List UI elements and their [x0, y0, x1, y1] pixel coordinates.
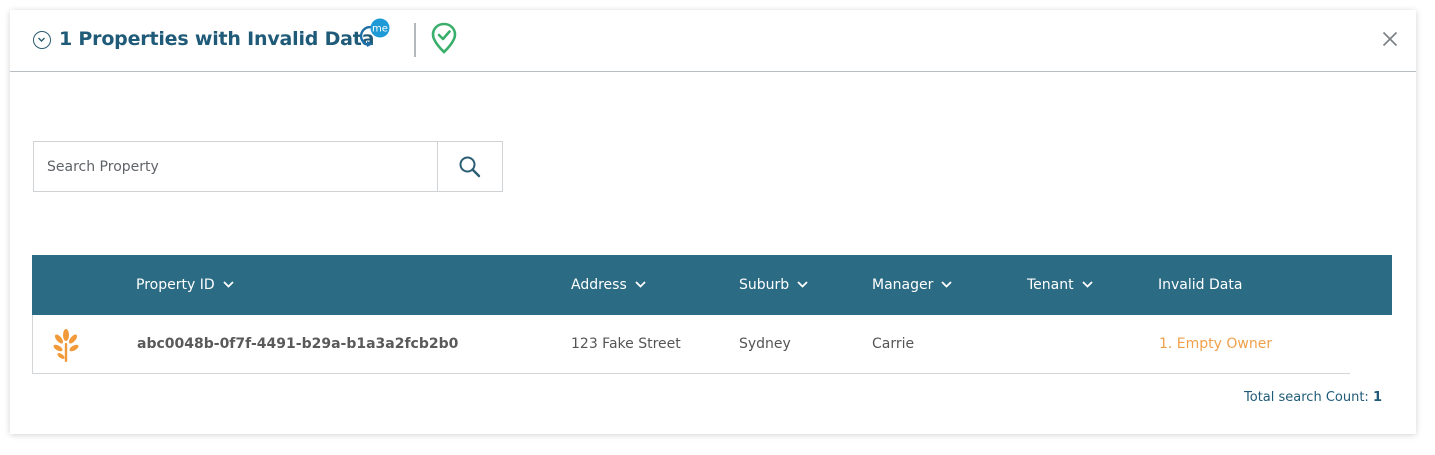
column-header-suburb[interactable]: Suburb: [739, 255, 808, 315]
cell-invalid-data[interactable]: 1. Empty Owner: [1159, 315, 1272, 373]
column-header-address[interactable]: Address: [571, 255, 646, 315]
tree-icon: [52, 328, 80, 368]
chevron-down-icon: [941, 280, 953, 288]
modal-header: 1 Properties with Invalid Data me: [10, 10, 1416, 72]
search-box: [33, 141, 503, 192]
column-header-invalid-data: Invalid Data: [1158, 277, 1243, 293]
cell-address: 123 Fake Street: [571, 336, 681, 352]
search-icon: [459, 156, 481, 178]
column-header-property-id[interactable]: Property ID: [136, 255, 234, 315]
total-count-label: Total search Count:: [1244, 390, 1369, 405]
cell-property-id: abc0048b-0f7f-4491-b29a-b1a3a2fcb2b0: [137, 336, 459, 352]
chevron-circle-icon[interactable]: [33, 31, 51, 49]
table-header: Property ID Address Suburb Manager Tenan…: [32, 255, 1392, 315]
location-check-icon[interactable]: [431, 22, 457, 58]
chevron-down-icon: [1081, 280, 1093, 288]
chevron-down-icon: [797, 280, 808, 288]
svg-text:me: me: [372, 24, 388, 35]
chevron-down-icon: [635, 280, 646, 288]
search-input[interactable]: [34, 142, 437, 191]
me-badge-icon[interactable]: me: [358, 17, 392, 59]
invalid-data-modal: 1 Properties with Invalid Data me Search…: [10, 10, 1416, 434]
chevron-down-icon: [222, 280, 234, 288]
cell-manager: Carrie: [872, 336, 915, 352]
search-button[interactable]: [437, 142, 502, 191]
column-header-manager[interactable]: Manager: [872, 255, 953, 315]
column-header-tenant[interactable]: Tenant: [1027, 255, 1093, 315]
total-count-value: 1: [1372, 390, 1382, 405]
total-search-count: Total search Count: 1: [1244, 390, 1382, 405]
properties-table: Property ID Address Suburb Manager Tenan…: [32, 255, 1392, 374]
table-row[interactable]: abc0048b-0f7f-4491-b29a-b1a3a2fcb2b0 123…: [32, 315, 1350, 374]
modal-title: 1 Properties with Invalid Data: [59, 28, 375, 50]
cell-suburb: Sydney: [739, 336, 791, 352]
header-divider: [414, 23, 416, 57]
close-icon[interactable]: [1382, 31, 1398, 51]
